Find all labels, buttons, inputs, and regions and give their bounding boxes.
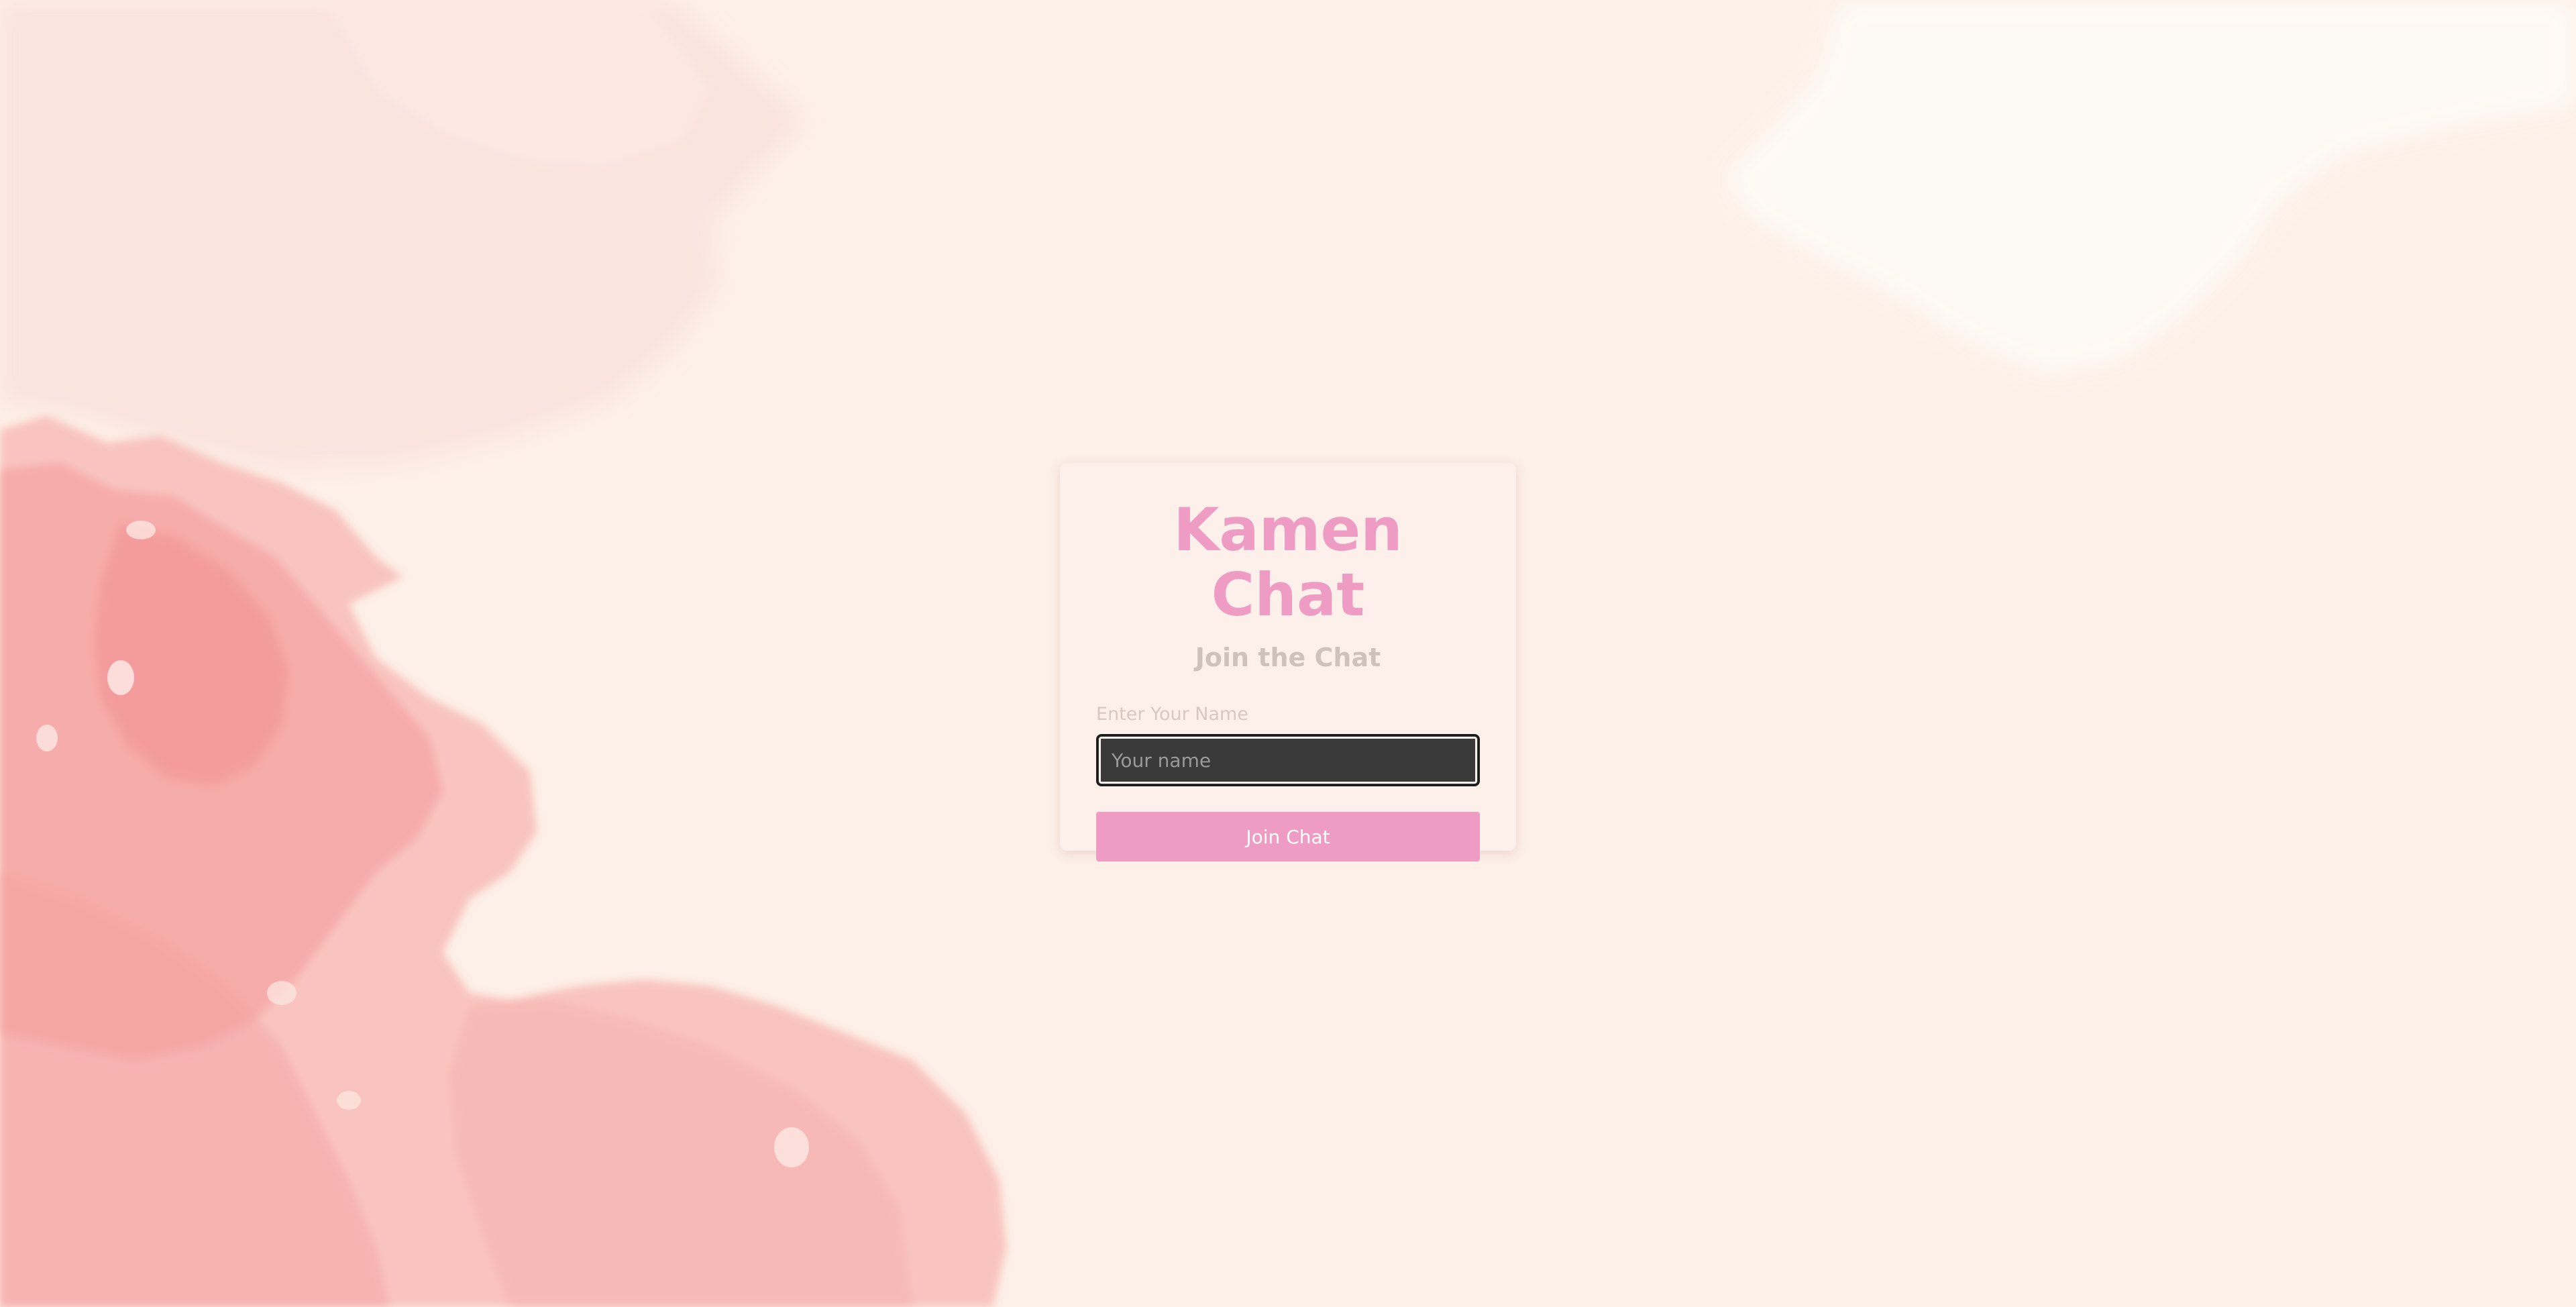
name-input[interactable] bbox=[1096, 734, 1480, 787]
join-card: Kamen Chat Join the Chat Enter Your Name… bbox=[1060, 463, 1516, 862]
join-subtitle: Join the Chat bbox=[1195, 642, 1381, 672]
app-title: Kamen Chat bbox=[1173, 495, 1403, 629]
name-field-label: Enter Your Name bbox=[1096, 704, 1248, 725]
join-chat-button[interactable]: Join Chat bbox=[1096, 812, 1480, 862]
